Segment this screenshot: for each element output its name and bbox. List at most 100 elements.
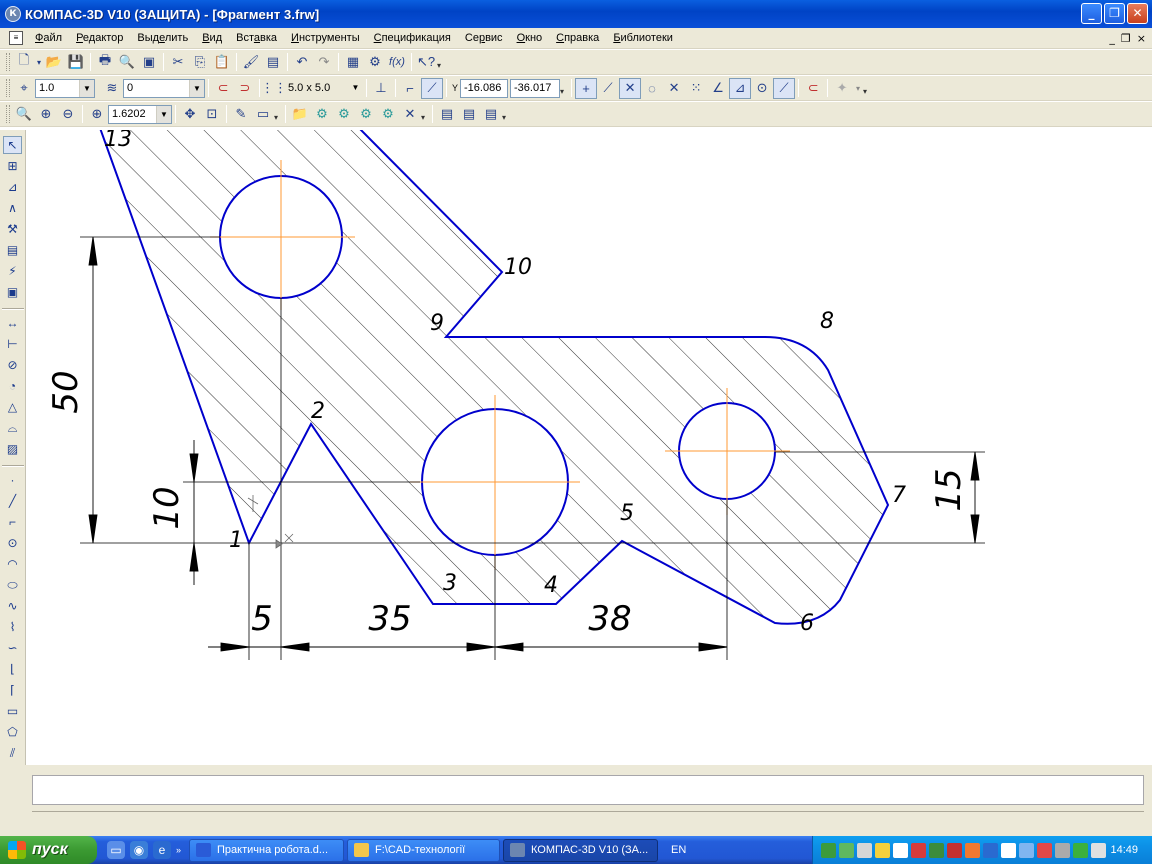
menu-spec[interactable]: Спецификация bbox=[368, 32, 459, 44]
toolbar-grip[interactable] bbox=[6, 105, 10, 123]
tray-app-icon[interactable] bbox=[875, 842, 890, 858]
style-icon[interactable]: ⌖ bbox=[13, 78, 35, 99]
copy-properties-icon[interactable]: 🖌 bbox=[240, 52, 262, 73]
angle-dim-icon[interactable]: △ bbox=[3, 398, 22, 416]
radial-dim-icon[interactable]: ⊢ bbox=[3, 335, 22, 353]
tray-doc-icon[interactable] bbox=[893, 842, 908, 858]
tray-info-icon[interactable] bbox=[1001, 842, 1016, 858]
language-indicator[interactable]: EN bbox=[671, 844, 686, 856]
snap-middle-icon[interactable]: ⟋ bbox=[597, 78, 619, 99]
maximize-button[interactable]: ❐ bbox=[1104, 3, 1125, 24]
desktop-icon[interactable]: ▭ bbox=[107, 841, 125, 859]
media-icon[interactable]: ◉ bbox=[130, 841, 148, 859]
toolbar-overflow-icon[interactable]: ▾ bbox=[274, 104, 282, 124]
mdi-restore-button[interactable]: ❐ bbox=[1121, 32, 1131, 45]
redo-icon[interactable]: ↷ bbox=[313, 52, 335, 73]
toolbar-overflow-icon[interactable]: ▾ bbox=[421, 104, 429, 124]
snap-align-icon[interactable]: ⊿ bbox=[729, 77, 752, 99]
snap-magnet-icon[interactable]: ⊂ bbox=[802, 78, 824, 99]
tray-blue-icon[interactable] bbox=[983, 842, 998, 858]
tray-help-icon[interactable] bbox=[857, 842, 872, 858]
drawing-canvas[interactable]: 1 2 3 4 5 6 7 8 9 10 13 50 10 15 5 35 38 bbox=[27, 130, 1152, 765]
snap-point-curve-icon[interactable]: ⟋ bbox=[773, 77, 796, 99]
print-preview-icon[interactable]: 🔍 bbox=[116, 52, 138, 73]
tray-volume-icon[interactable] bbox=[1091, 842, 1106, 858]
angle-tool-icon[interactable]: ∧ bbox=[3, 199, 22, 217]
zoom-in-icon[interactable]: ⊕ bbox=[35, 104, 57, 125]
chevron-right-icon[interactable]: » bbox=[176, 845, 181, 855]
lib-tool-4-icon[interactable]: ⚙ bbox=[377, 104, 399, 125]
hatch-tool-icon[interactable]: ▨ bbox=[3, 440, 22, 458]
kompas-app-icon[interactable]: К bbox=[5, 6, 21, 22]
part-hatch[interactable] bbox=[100, 130, 888, 624]
line-icon[interactable]: ╱ bbox=[3, 492, 22, 510]
tray-red-icon[interactable] bbox=[947, 842, 962, 858]
library-manager-icon[interactable]: ⚙ bbox=[364, 52, 386, 73]
round-coords-icon[interactable]: ⟋ bbox=[421, 77, 443, 99]
ortho-mode-icon[interactable]: ⌐ bbox=[399, 78, 421, 99]
chevron-down-icon[interactable]: ▼ bbox=[79, 79, 94, 97]
undo-icon[interactable]: ↶ bbox=[291, 52, 313, 73]
lib-tool-2-icon[interactable]: ⚙ bbox=[333, 104, 355, 125]
zoom-combo[interactable]: 1.6202 ▼ bbox=[108, 104, 172, 124]
style-combo[interactable]: 1.0 ▼ bbox=[35, 78, 95, 98]
start-button[interactable]: пуск bbox=[0, 836, 97, 864]
library-icon[interactable]: 📁 bbox=[289, 104, 311, 125]
snap-tangent-icon[interactable]: ◌ bbox=[641, 78, 663, 99]
grid-step-combo[interactable]: 5.0 x 5.0 ▼ bbox=[285, 79, 363, 98]
chamfer-icon[interactable]: ⌈ bbox=[3, 681, 22, 699]
doc-tool-2-icon[interactable]: ▤ bbox=[458, 104, 480, 125]
segment-icon[interactable]: ⌐ bbox=[3, 513, 22, 531]
ellipse-icon[interactable]: ⬭ bbox=[3, 576, 22, 594]
snap-normal-icon[interactable]: ✕ bbox=[663, 78, 685, 99]
local-cs-icon[interactable]: ⊥ bbox=[370, 78, 392, 99]
point-icon[interactable]: · bbox=[3, 471, 22, 489]
toolbar-overflow-icon[interactable]: ▾ bbox=[437, 52, 445, 72]
zoom-out-icon[interactable]: ⊖ bbox=[57, 104, 79, 125]
hammer-icon[interactable]: ⚒ bbox=[3, 220, 22, 238]
view-mode-icon[interactable]: ▭ bbox=[252, 104, 274, 125]
magnet-snap-icon[interactable]: ⊂ bbox=[212, 78, 234, 99]
menu-insert[interactable]: Вставка bbox=[230, 32, 285, 44]
grid-icon[interactable]: ⋮⋮ bbox=[261, 78, 287, 99]
manager-icon[interactable]: ▦ bbox=[342, 52, 364, 73]
cut-icon[interactable]: ✂ bbox=[167, 52, 189, 73]
copy-icon[interactable]: ⎘ bbox=[189, 52, 211, 73]
drawing-svg[interactable]: 1 2 3 4 5 6 7 8 9 10 13 50 10 15 5 35 38 bbox=[27, 130, 1152, 765]
diameter-dim-icon[interactable]: ⊘ bbox=[3, 356, 22, 374]
toolbar-overflow-icon[interactable]: ▾ bbox=[560, 78, 568, 98]
close-button[interactable]: ✕ bbox=[1127, 3, 1148, 24]
menu-file[interactable]: Файл bbox=[29, 32, 70, 44]
rectangle-icon[interactable]: ▭ bbox=[3, 702, 22, 720]
open-folder-icon[interactable]: 📂 bbox=[43, 52, 65, 73]
menu-service[interactable]: Сервис bbox=[459, 32, 511, 44]
magnet-local-snap-icon[interactable]: ⊃ bbox=[234, 78, 256, 99]
chevron-down-icon[interactable]: ▼ bbox=[156, 105, 171, 123]
variables-icon[interactable]: f(x) bbox=[386, 52, 408, 73]
internet-explorer-icon[interactable]: e bbox=[153, 841, 171, 859]
lib-tool-1-icon[interactable]: ⚙ bbox=[311, 104, 333, 125]
taskbar-task-3[interactable]: КОМПАС-3D V10 (ЗА... bbox=[503, 838, 659, 862]
properties-panel[interactable] bbox=[32, 775, 1144, 805]
mdi-close-button[interactable]: × bbox=[1137, 32, 1146, 45]
doc-tool-1-icon[interactable]: ▤ bbox=[436, 104, 458, 125]
print-icon[interactable]: 🖶 bbox=[94, 52, 116, 73]
view-tool-icon[interactable]: ▣ bbox=[3, 283, 22, 301]
curve-icon[interactable]: ∽ bbox=[3, 639, 22, 657]
menu-edit[interactable]: Редактор bbox=[70, 32, 131, 44]
tray-gear-icon[interactable] bbox=[821, 842, 836, 858]
circle-icon[interactable]: ⊙ bbox=[3, 534, 22, 552]
minimize-button[interactable]: _ bbox=[1081, 3, 1102, 24]
x-coordinate-field[interactable]: -16.086 bbox=[460, 78, 509, 98]
chevron-down-icon[interactable]: ▼ bbox=[348, 79, 363, 96]
tools-icon[interactable]: ✕ bbox=[399, 104, 421, 125]
doc-tool-icon[interactable]: ▤ bbox=[3, 241, 22, 259]
properties-icon[interactable]: ▤ bbox=[262, 52, 284, 73]
menu-tools[interactable]: Инструменты bbox=[285, 32, 368, 44]
tray-orange-icon[interactable] bbox=[965, 842, 980, 858]
dimension-tool-icon[interactable]: ⊿ bbox=[3, 178, 22, 196]
help-pointer-icon[interactable]: ↖? bbox=[415, 52, 437, 73]
document-icon[interactable]: ≡ bbox=[9, 31, 23, 45]
preview-icon[interactable]: ▣ bbox=[138, 52, 160, 73]
menu-help[interactable]: Справка bbox=[550, 32, 607, 44]
